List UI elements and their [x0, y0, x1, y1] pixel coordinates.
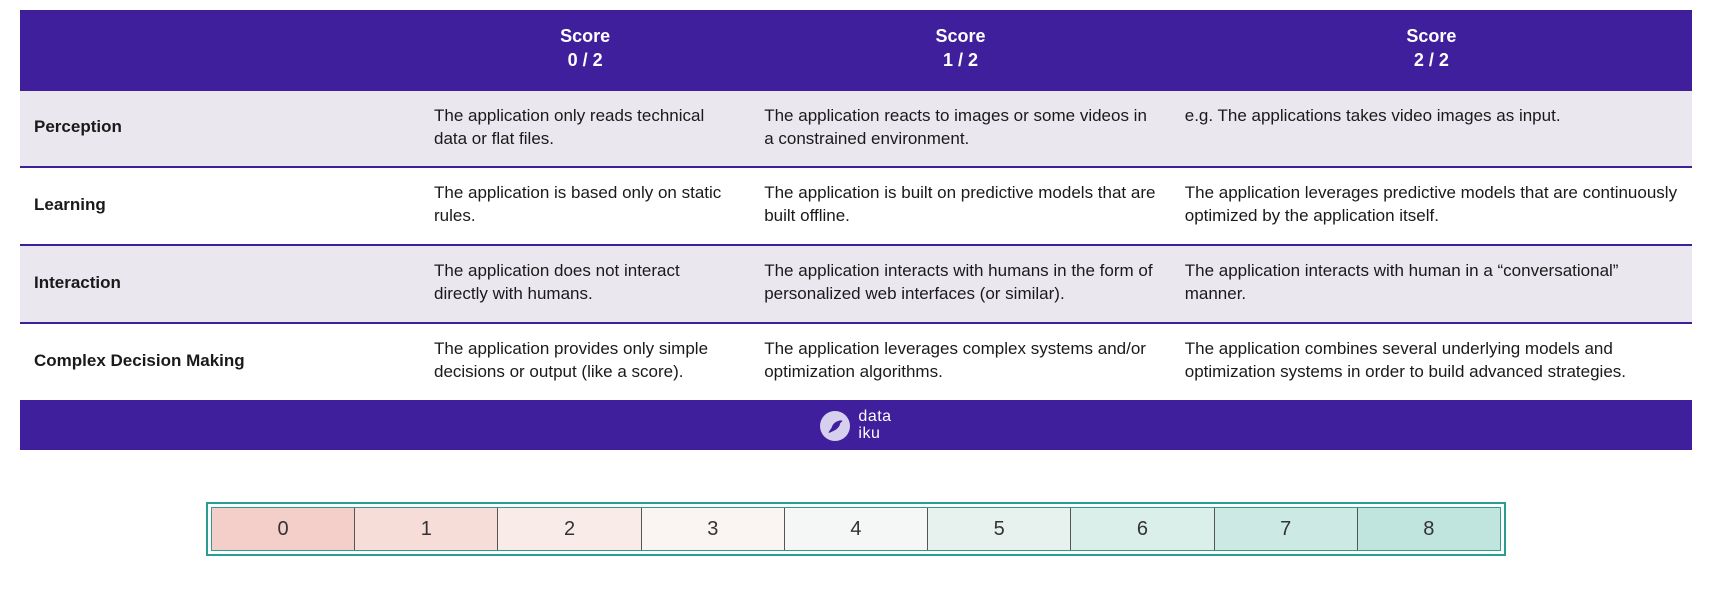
table-row: Perception The application only reads te…	[20, 91, 1692, 168]
cell-score-2: The application interacts with human in …	[1171, 245, 1692, 323]
brand-line-1: data	[858, 409, 891, 426]
row-label: Learning	[20, 167, 420, 245]
rubric-table: Score 0 / 2 Score 1 / 2 Score 2 / 2 Perc…	[20, 10, 1692, 402]
scale-cell: 7	[1215, 508, 1358, 550]
scale-cell: 0	[212, 508, 355, 550]
header-score-1: Score 1 / 2	[750, 10, 1171, 91]
cell-score-2: The application combines several underly…	[1171, 323, 1692, 401]
table-row: Interaction The application does not int…	[20, 245, 1692, 323]
header-row: Score 0 / 2 Score 1 / 2 Score 2 / 2	[20, 10, 1692, 91]
cell-score-1: The application reacts to images or some…	[750, 91, 1171, 168]
scale-cell: 5	[928, 508, 1071, 550]
cell-score-1: The application is built on predictive m…	[750, 167, 1171, 245]
cell-score-2: The application leverages predictive mod…	[1171, 167, 1692, 245]
cell-score-1: The application leverages complex system…	[750, 323, 1171, 401]
row-label: Complex Decision Making	[20, 323, 420, 401]
scale-cell: 3	[642, 508, 785, 550]
scale-cell: 8	[1358, 508, 1500, 550]
bird-icon	[820, 411, 850, 441]
cell-score-0: The application provides only simple dec…	[420, 323, 750, 401]
scale-cell: 4	[785, 508, 928, 550]
row-label: Interaction	[20, 245, 420, 323]
brand-line-2: iku	[858, 426, 891, 443]
brand-text: data iku	[858, 409, 891, 443]
table-row: Complex Decision Making The application …	[20, 323, 1692, 401]
header-score-0: Score 0 / 2	[420, 10, 750, 91]
cell-score-0: The application only reads technical dat…	[420, 91, 750, 168]
header-blank	[20, 10, 420, 91]
scale-cell: 1	[355, 508, 498, 550]
cell-score-0: The application does not interact direct…	[420, 245, 750, 323]
scale-cell: 2	[498, 508, 641, 550]
row-label: Perception	[20, 91, 420, 168]
brand-footer: data iku	[20, 402, 1692, 450]
cell-score-1: The application interacts with humans in…	[750, 245, 1171, 323]
score-scale-outer: 0 1 2 3 4 5 6 7 8	[206, 502, 1506, 556]
score-scale: 0 1 2 3 4 5 6 7 8	[206, 502, 1506, 556]
scale-cell: 6	[1071, 508, 1214, 550]
table-row: Learning The application is based only o…	[20, 167, 1692, 245]
score-scale-inner: 0 1 2 3 4 5 6 7 8	[211, 507, 1501, 551]
cell-score-0: The application is based only on static …	[420, 167, 750, 245]
cell-score-2: e.g. The applications takes video images…	[1171, 91, 1692, 168]
header-score-2: Score 2 / 2	[1171, 10, 1692, 91]
